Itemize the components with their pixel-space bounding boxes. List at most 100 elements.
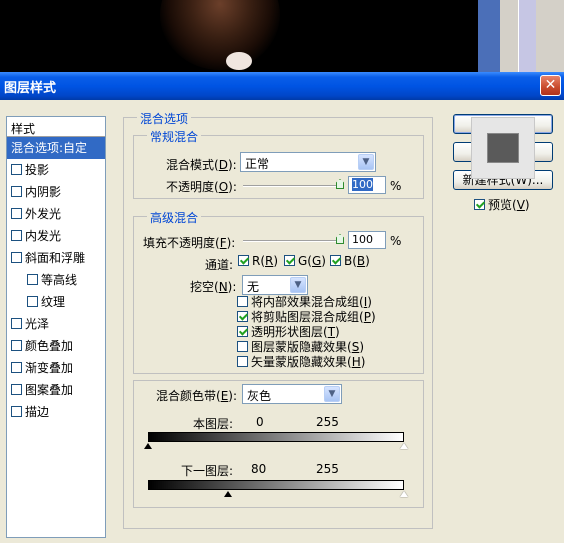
general-blending-title: 常规混合 [147, 128, 202, 145]
channel-label: R( [252, 254, 266, 268]
underlying-layer-white-slider[interactable] [400, 491, 408, 497]
style-checkbox[interactable] [11, 406, 22, 417]
opacity-input[interactable]: 100 [348, 176, 386, 194]
fill-opacity-unit: % [390, 234, 402, 248]
advanced-option-box[interactable] [237, 356, 248, 367]
style-list-item-label: 光泽 [25, 317, 50, 331]
style-list-item[interactable]: 等高线 [7, 269, 105, 291]
style-list-item[interactable]: 外发光 [7, 203, 105, 225]
channel-checkbox-box[interactable] [284, 255, 295, 266]
advanced-option-label: 矢量蒙版隐藏效果( [251, 355, 352, 369]
advanced-option-close-paren: ) [370, 310, 376, 324]
dialog-titlebar[interactable]: 图层样式 ✕ [0, 72, 564, 100]
style-list-item[interactable]: 图案叠加 [7, 379, 105, 401]
style-list-item[interactable]: 颜色叠加 [7, 335, 105, 357]
blending-options-title: 混合选项 [137, 110, 192, 127]
advanced-option-checkbox[interactable]: 图层蒙版隐藏效果(S) [237, 340, 364, 355]
preview-checkbox[interactable]: 预览(V) [474, 196, 530, 213]
background-canvas [0, 0, 564, 72]
style-checkbox[interactable] [11, 252, 22, 263]
advanced-option-checkbox[interactable]: 将剪贴图层混合成组(P) [237, 310, 376, 325]
style-list-item[interactable]: 内发光 [7, 225, 105, 247]
style-checkbox[interactable] [11, 318, 22, 329]
advanced-option-key: P [363, 310, 371, 324]
advanced-option-box[interactable] [237, 326, 248, 337]
advanced-option-checkbox[interactable]: 透明形状图层(T) [237, 325, 340, 340]
channel-close-paren: ) [273, 254, 279, 268]
advanced-blending-title: 高级混合 [147, 209, 202, 226]
advanced-option-key: T [327, 325, 336, 339]
channel-checkbox[interactable]: R(R) [238, 254, 278, 268]
style-list-item[interactable]: 渐变叠加 [7, 357, 105, 379]
advanced-option-box[interactable] [237, 341, 248, 352]
dialog-title: 图层样式 [4, 81, 57, 96]
style-list-item-label: 混合选项:自定 [11, 141, 88, 155]
style-list-items: 混合选项:自定投影内阴影外发光内发光斜面和浮雕 等高线 纹理光泽颜色叠加渐变叠加图案… [7, 137, 105, 423]
channel-checkbox[interactable]: G(G) [284, 254, 326, 268]
this-layer-high-value: 255 [316, 415, 339, 429]
fill-opacity-label: 填充不透明度(F): [143, 236, 236, 250]
this-layer-gradient[interactable] [148, 432, 404, 442]
channels-label: 通道: [205, 258, 234, 272]
style-checkbox[interactable] [11, 384, 22, 395]
blend-mode-select[interactable]: 正常 ▼ [240, 152, 376, 172]
underlying-layer-black-slider[interactable] [224, 491, 232, 497]
channel-key: B [356, 254, 366, 268]
chevron-down-icon: ▼ [324, 386, 340, 402]
advanced-option-close-paren: ) [360, 355, 366, 369]
style-checkbox[interactable] [27, 296, 38, 307]
underlying-layer-label: 下一图层: [181, 464, 234, 478]
style-list-item-label: 内发光 [25, 229, 62, 243]
style-checkbox[interactable] [27, 274, 38, 285]
fill-opacity-slider[interactable] [243, 240, 343, 242]
blend-if-select[interactable]: 灰色 ▼ [242, 384, 342, 404]
style-list-item[interactable]: 描边 [7, 401, 105, 423]
style-list-item[interactable]: 内阴影 [7, 181, 105, 203]
blend-if-label: 混合颜色带(E): [156, 389, 238, 403]
style-list-item[interactable]: 混合选项:自定 [7, 137, 105, 159]
style-checkbox[interactable] [11, 230, 22, 241]
advanced-option-label: 将内部效果混合成组( [251, 295, 364, 309]
advanced-option-label: 透明形状图层( [251, 325, 328, 339]
photo-skin [226, 52, 252, 70]
advanced-option-box[interactable] [237, 296, 248, 307]
channel-checkbox[interactable]: B(B) [330, 254, 370, 268]
style-list-item-label: 描边 [25, 405, 50, 419]
style-checkbox[interactable] [11, 340, 22, 351]
channel-key: G [311, 254, 322, 268]
channel-checkbox-box[interactable] [238, 255, 249, 266]
style-list-item-label: 内阴影 [25, 185, 62, 199]
fill-opacity-input[interactable]: 100 [348, 231, 386, 249]
style-list-item[interactable]: 斜面和浮雕 [7, 247, 105, 269]
advanced-option-box[interactable] [237, 311, 248, 322]
style-list-header[interactable]: 样式 [7, 117, 105, 137]
background-scrollbar[interactable] [518, 0, 536, 72]
opacity-unit: % [390, 179, 402, 193]
style-list-item[interactable]: 光泽 [7, 313, 105, 335]
close-icon: ✕ [544, 77, 557, 93]
style-checkbox[interactable] [11, 362, 22, 373]
channel-close-paren: ) [365, 254, 370, 268]
style-checkbox[interactable] [11, 186, 22, 197]
opacity-slider[interactable] [243, 185, 343, 187]
this-layer-white-slider[interactable] [400, 443, 408, 449]
blend-mode-label: 混合模式(D): [166, 158, 237, 172]
style-list-item[interactable]: 投影 [7, 159, 105, 181]
knockout-select[interactable]: 无 ▼ [242, 275, 308, 295]
advanced-option-checkbox[interactable]: 将内部效果混合成组(I) [237, 295, 372, 310]
underlying-layer-high-value: 255 [316, 462, 339, 476]
advanced-option-close-paren: ) [367, 295, 372, 309]
preview-checkbox-box[interactable] [474, 199, 485, 210]
this-layer-label: 本图层: [193, 417, 234, 431]
style-list-item[interactable]: 纹理 [7, 291, 105, 313]
style-list-item-label: 颜色叠加 [25, 339, 74, 353]
style-checkbox[interactable] [11, 208, 22, 219]
this-layer-black-slider[interactable] [144, 443, 152, 449]
preview-swatch [487, 133, 519, 163]
close-button[interactable]: ✕ [540, 75, 561, 96]
underlying-layer-gradient[interactable] [148, 480, 404, 490]
channel-checkbox-box[interactable] [330, 255, 341, 266]
style-checkbox[interactable] [11, 164, 22, 175]
advanced-option-checkbox[interactable]: 矢量蒙版隐藏效果(H) [237, 355, 365, 370]
style-list-item-label: 图案叠加 [25, 383, 74, 397]
